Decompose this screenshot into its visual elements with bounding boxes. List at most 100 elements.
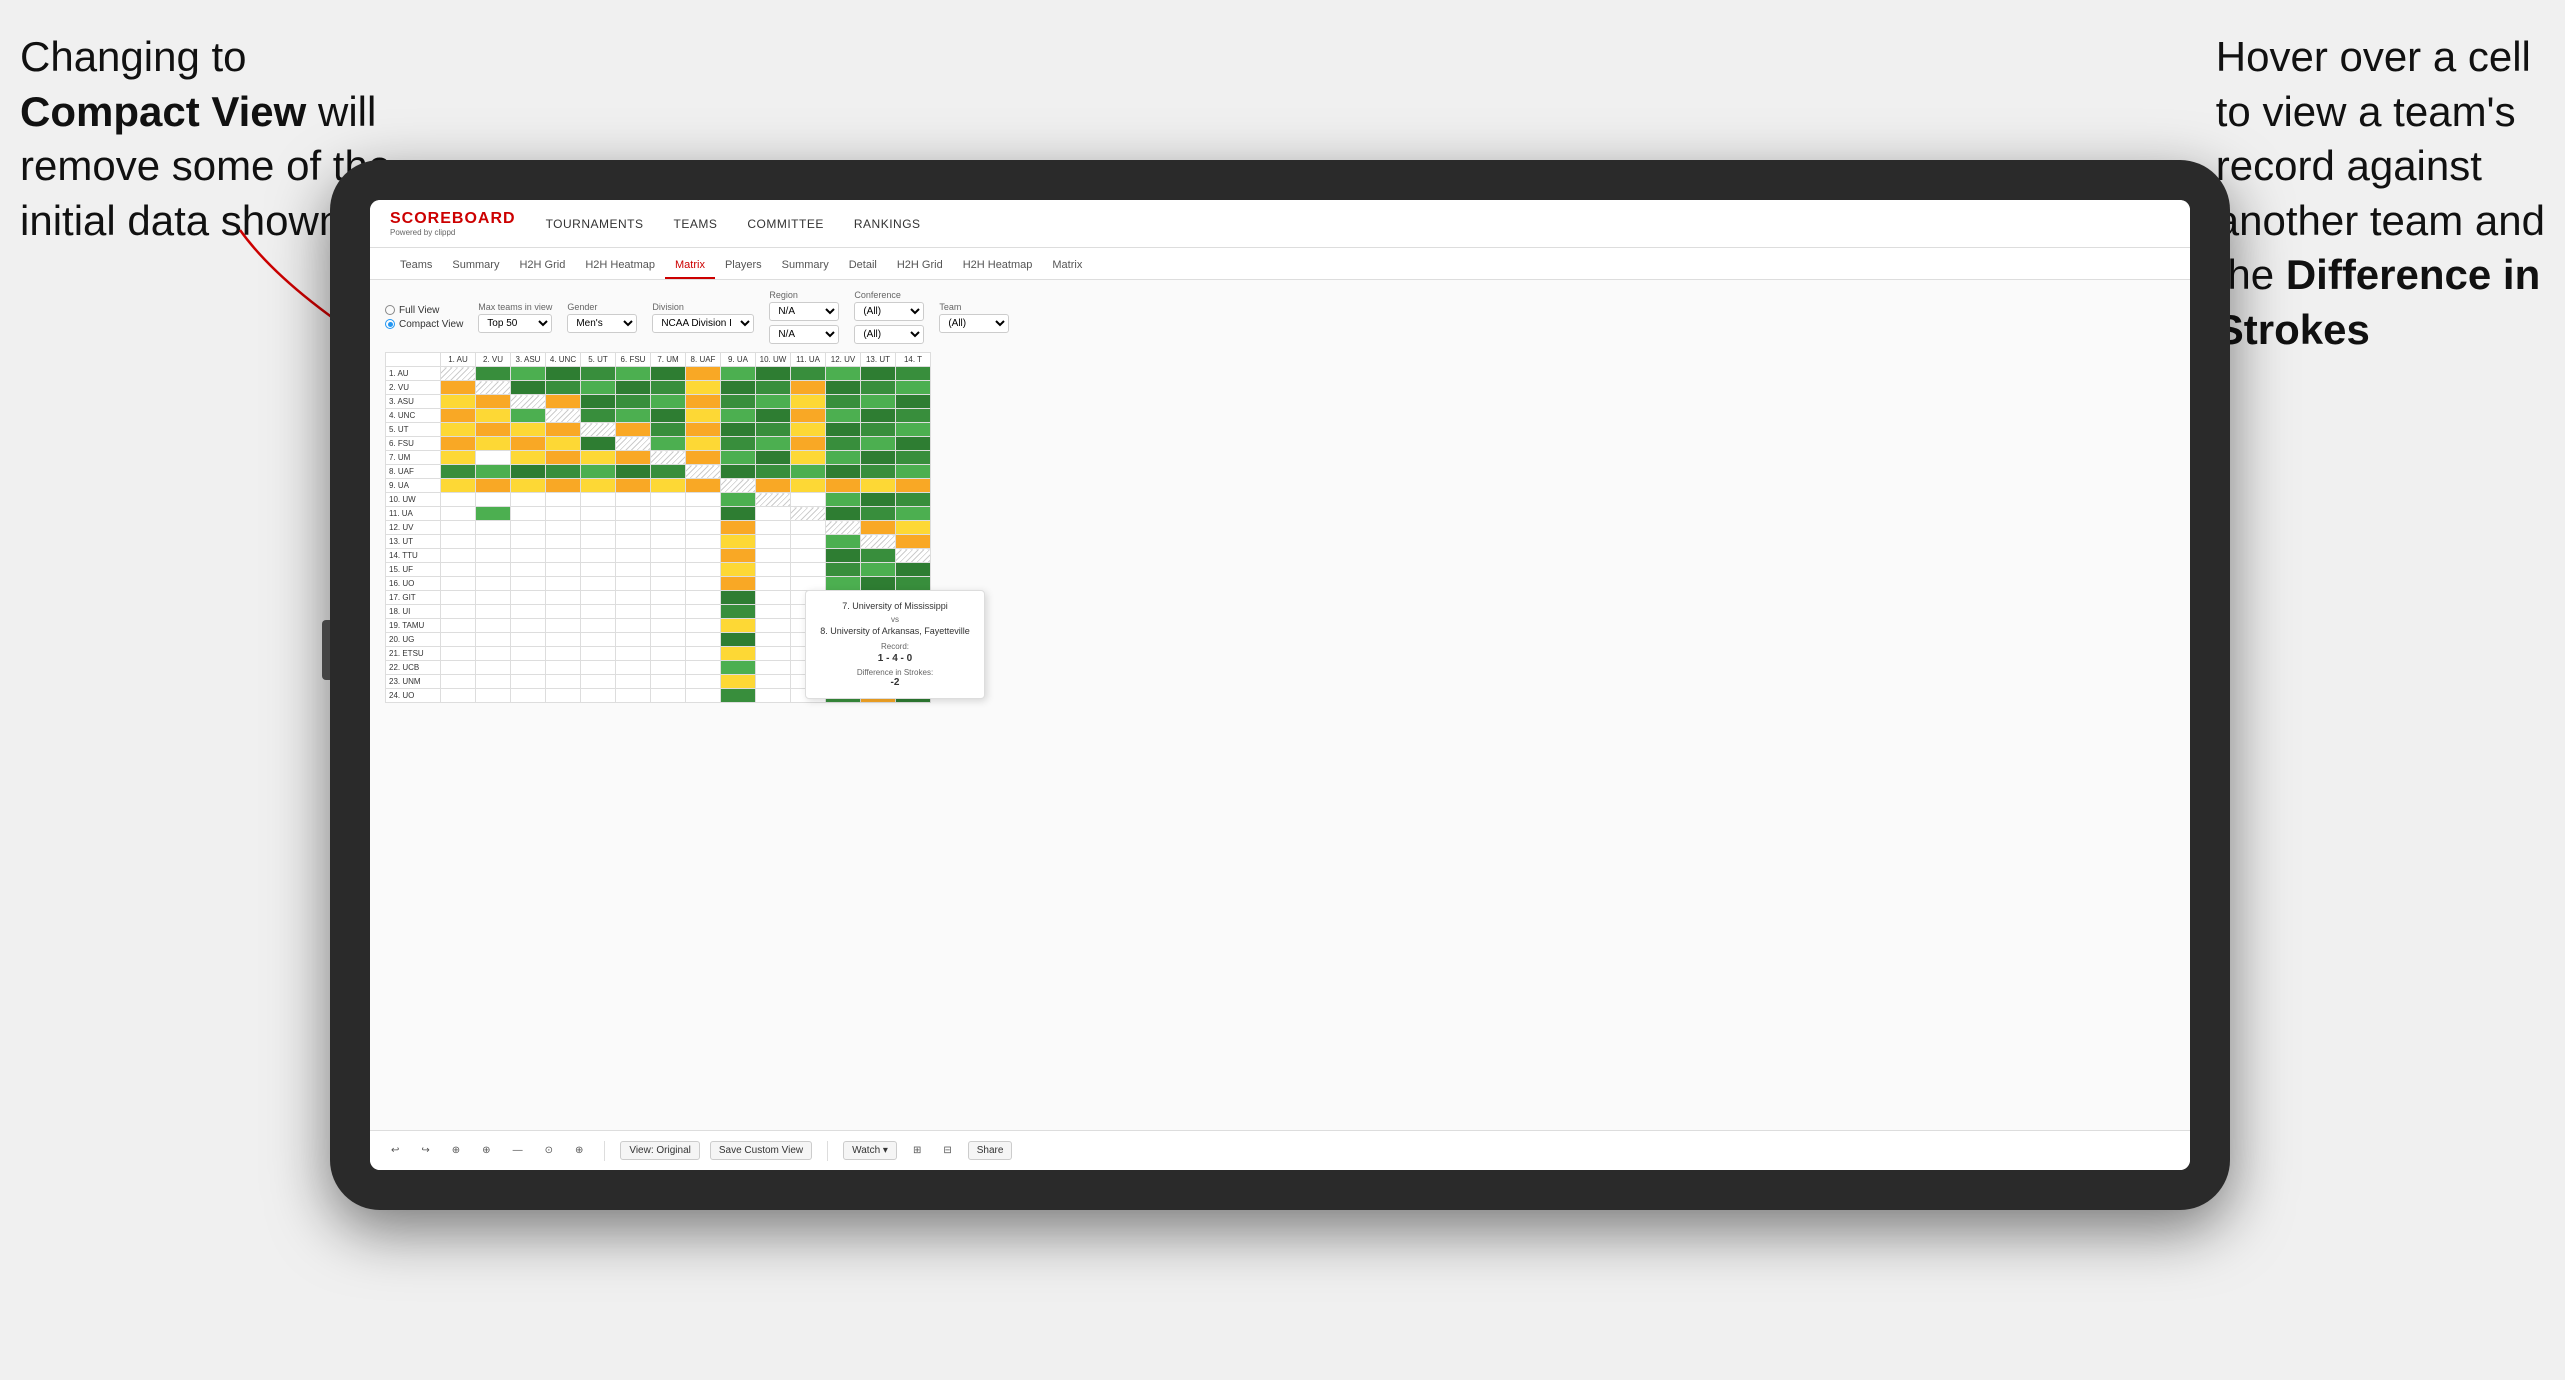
matrix-cell[interactable] (826, 577, 861, 591)
matrix-cell[interactable] (476, 437, 511, 451)
matrix-cell[interactable] (686, 521, 721, 535)
matrix-cell[interactable] (721, 563, 756, 577)
matrix-cell[interactable] (721, 619, 756, 633)
matrix-cell[interactable] (511, 507, 546, 521)
matrix-cell[interactable] (546, 605, 581, 619)
tab-summary1[interactable]: Summary (442, 253, 509, 279)
full-view-radio[interactable] (385, 305, 395, 315)
matrix-cell[interactable] (896, 367, 931, 381)
matrix-cell[interactable] (651, 549, 686, 563)
matrix-cell[interactable] (476, 549, 511, 563)
matrix-cell[interactable] (651, 395, 686, 409)
matrix-cell[interactable] (721, 535, 756, 549)
matrix-cell[interactable] (651, 423, 686, 437)
tab-teams[interactable]: Teams (390, 253, 442, 279)
matrix-cell[interactable] (896, 409, 931, 423)
matrix-cell[interactable] (791, 521, 826, 535)
matrix-cell[interactable] (651, 661, 686, 675)
matrix-cell[interactable] (616, 381, 651, 395)
matrix-cell[interactable] (686, 535, 721, 549)
matrix-cell[interactable] (861, 507, 896, 521)
matrix-cell[interactable] (616, 451, 651, 465)
matrix-cell[interactable] (546, 381, 581, 395)
matrix-cell[interactable] (511, 437, 546, 451)
matrix-cell[interactable] (511, 605, 546, 619)
matrix-cell[interactable] (651, 381, 686, 395)
matrix-cell[interactable] (581, 549, 616, 563)
matrix-cell[interactable] (756, 437, 791, 451)
matrix-cell[interactable] (861, 479, 896, 493)
matrix-cell[interactable] (721, 647, 756, 661)
matrix-cell[interactable] (581, 661, 616, 675)
matrix-cell[interactable] (546, 689, 581, 703)
matrix-cell[interactable] (441, 493, 476, 507)
matrix-cell[interactable] (826, 507, 861, 521)
nav-tournaments[interactable]: TOURNAMENTS (546, 213, 644, 235)
matrix-cell[interactable] (651, 451, 686, 465)
matrix-cell[interactable] (896, 381, 931, 395)
matrix-cell[interactable] (651, 493, 686, 507)
matrix-cell[interactable] (861, 535, 896, 549)
matrix-cell[interactable] (441, 549, 476, 563)
matrix-cell[interactable] (721, 479, 756, 493)
matrix-cell[interactable] (511, 535, 546, 549)
matrix-cell[interactable] (511, 409, 546, 423)
matrix-cell[interactable] (651, 535, 686, 549)
matrix-cell[interactable] (826, 395, 861, 409)
team-select[interactable]: (All) (939, 314, 1009, 333)
matrix-cell[interactable] (476, 647, 511, 661)
matrix-cell[interactable] (686, 451, 721, 465)
matrix-cell[interactable] (546, 577, 581, 591)
matrix-cell[interactable] (616, 395, 651, 409)
matrix-cell[interactable] (791, 423, 826, 437)
matrix-cell[interactable] (791, 549, 826, 563)
matrix-cell[interactable] (756, 493, 791, 507)
matrix-cell[interactable] (721, 465, 756, 479)
matrix-cell[interactable] (581, 437, 616, 451)
matrix-cell[interactable] (511, 381, 546, 395)
matrix-cell[interactable] (616, 647, 651, 661)
matrix-cell[interactable] (476, 577, 511, 591)
matrix-cell[interactable] (756, 451, 791, 465)
matrix-cell[interactable] (686, 661, 721, 675)
matrix-cell[interactable] (476, 367, 511, 381)
matrix-cell[interactable] (581, 423, 616, 437)
matrix-cell[interactable] (686, 409, 721, 423)
matrix-cell[interactable] (791, 577, 826, 591)
matrix-cell[interactable] (546, 423, 581, 437)
toolbar-share[interactable]: Share (968, 1141, 1013, 1160)
matrix-cell[interactable] (581, 381, 616, 395)
matrix-cell[interactable] (686, 647, 721, 661)
matrix-cell[interactable] (896, 479, 931, 493)
matrix-cell[interactable] (616, 633, 651, 647)
matrix-cell[interactable] (686, 619, 721, 633)
matrix-cell[interactable] (756, 395, 791, 409)
matrix-cell[interactable] (651, 675, 686, 689)
toolbar-btn3[interactable]: — (507, 1142, 529, 1159)
matrix-cell[interactable] (511, 633, 546, 647)
matrix-cell[interactable] (581, 605, 616, 619)
matrix-cell[interactable] (756, 381, 791, 395)
matrix-cell[interactable] (476, 507, 511, 521)
matrix-cell[interactable] (441, 367, 476, 381)
toolbar-icon1[interactable]: ⊞ (907, 1142, 927, 1159)
matrix-cell[interactable] (511, 367, 546, 381)
matrix-cell[interactable] (651, 689, 686, 703)
matrix-cell[interactable] (721, 689, 756, 703)
matrix-cell[interactable] (546, 395, 581, 409)
matrix-cell[interactable] (896, 493, 931, 507)
matrix-cell[interactable] (721, 451, 756, 465)
matrix-cell[interactable] (546, 521, 581, 535)
matrix-cell[interactable] (791, 437, 826, 451)
matrix-cell[interactable] (511, 479, 546, 493)
matrix-cell[interactable] (476, 633, 511, 647)
matrix-cell[interactable] (721, 437, 756, 451)
matrix-cell[interactable] (861, 451, 896, 465)
matrix-cell[interactable] (581, 675, 616, 689)
matrix-cell[interactable] (756, 619, 791, 633)
matrix-cell[interactable] (686, 563, 721, 577)
matrix-cell[interactable] (791, 367, 826, 381)
matrix-cell[interactable] (756, 549, 791, 563)
matrix-cell[interactable] (686, 549, 721, 563)
matrix-cell[interactable] (476, 395, 511, 409)
